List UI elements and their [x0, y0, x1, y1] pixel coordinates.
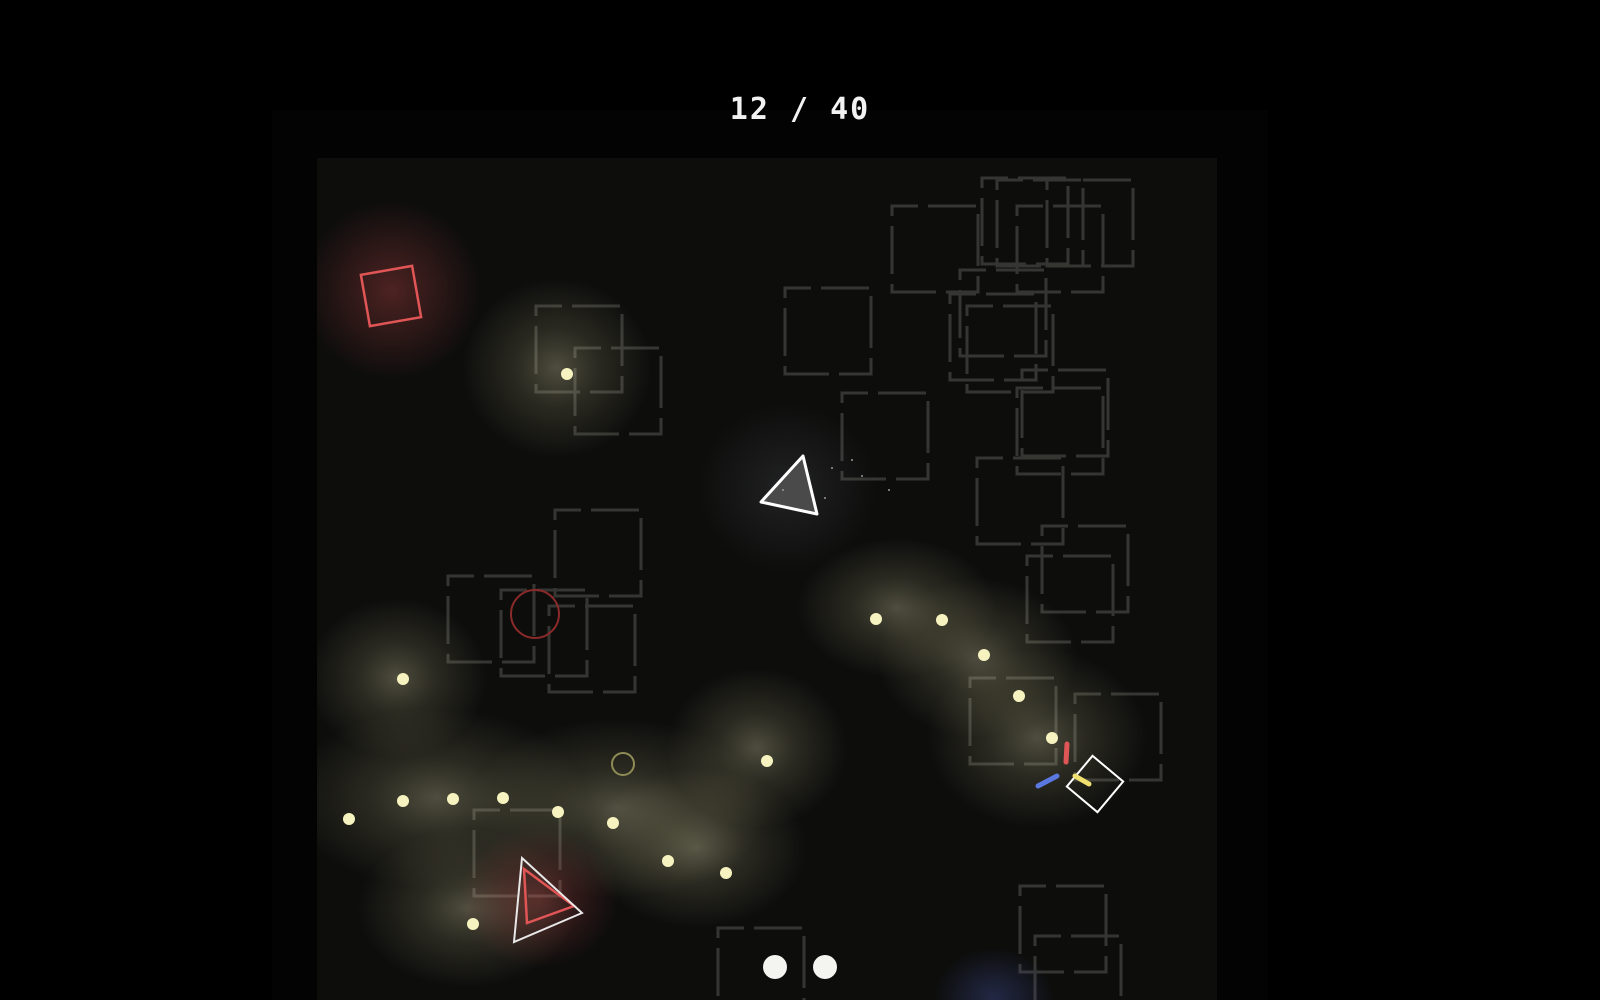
glowing-orb-icon — [397, 795, 409, 807]
glowing-orb-icon — [343, 813, 355, 825]
glowing-orb-icon — [1013, 690, 1025, 702]
glowing-orb-icon — [607, 817, 619, 829]
glowing-orb-icon — [447, 793, 459, 805]
glowing-orb-icon — [497, 792, 509, 804]
game-screen[interactable]: 12 / 40 — [0, 0, 1600, 1000]
glow-layer — [317, 200, 1147, 1000]
glowing-orb-icon — [761, 755, 773, 767]
arena-canvas[interactable] — [317, 158, 1217, 1000]
glowing-orb-icon — [870, 613, 882, 625]
glowing-orb-icon — [936, 614, 948, 626]
life-dot — [813, 955, 837, 979]
glowing-orb-icon — [662, 855, 674, 867]
glowing-orb-icon — [561, 368, 573, 380]
life-dot — [763, 955, 787, 979]
lives-indicator — [0, 955, 1600, 981]
glowing-orb-icon — [467, 918, 479, 930]
glowing-orb-icon — [397, 673, 409, 685]
arena[interactable] — [317, 158, 1217, 1000]
orb-counter: 12 / 40 — [729, 92, 871, 127]
glowing-orb-icon — [978, 649, 990, 661]
glowing-orb-icon — [1046, 732, 1058, 744]
glowing-orb-icon — [720, 867, 732, 879]
glowing-orb-icon — [552, 806, 564, 818]
